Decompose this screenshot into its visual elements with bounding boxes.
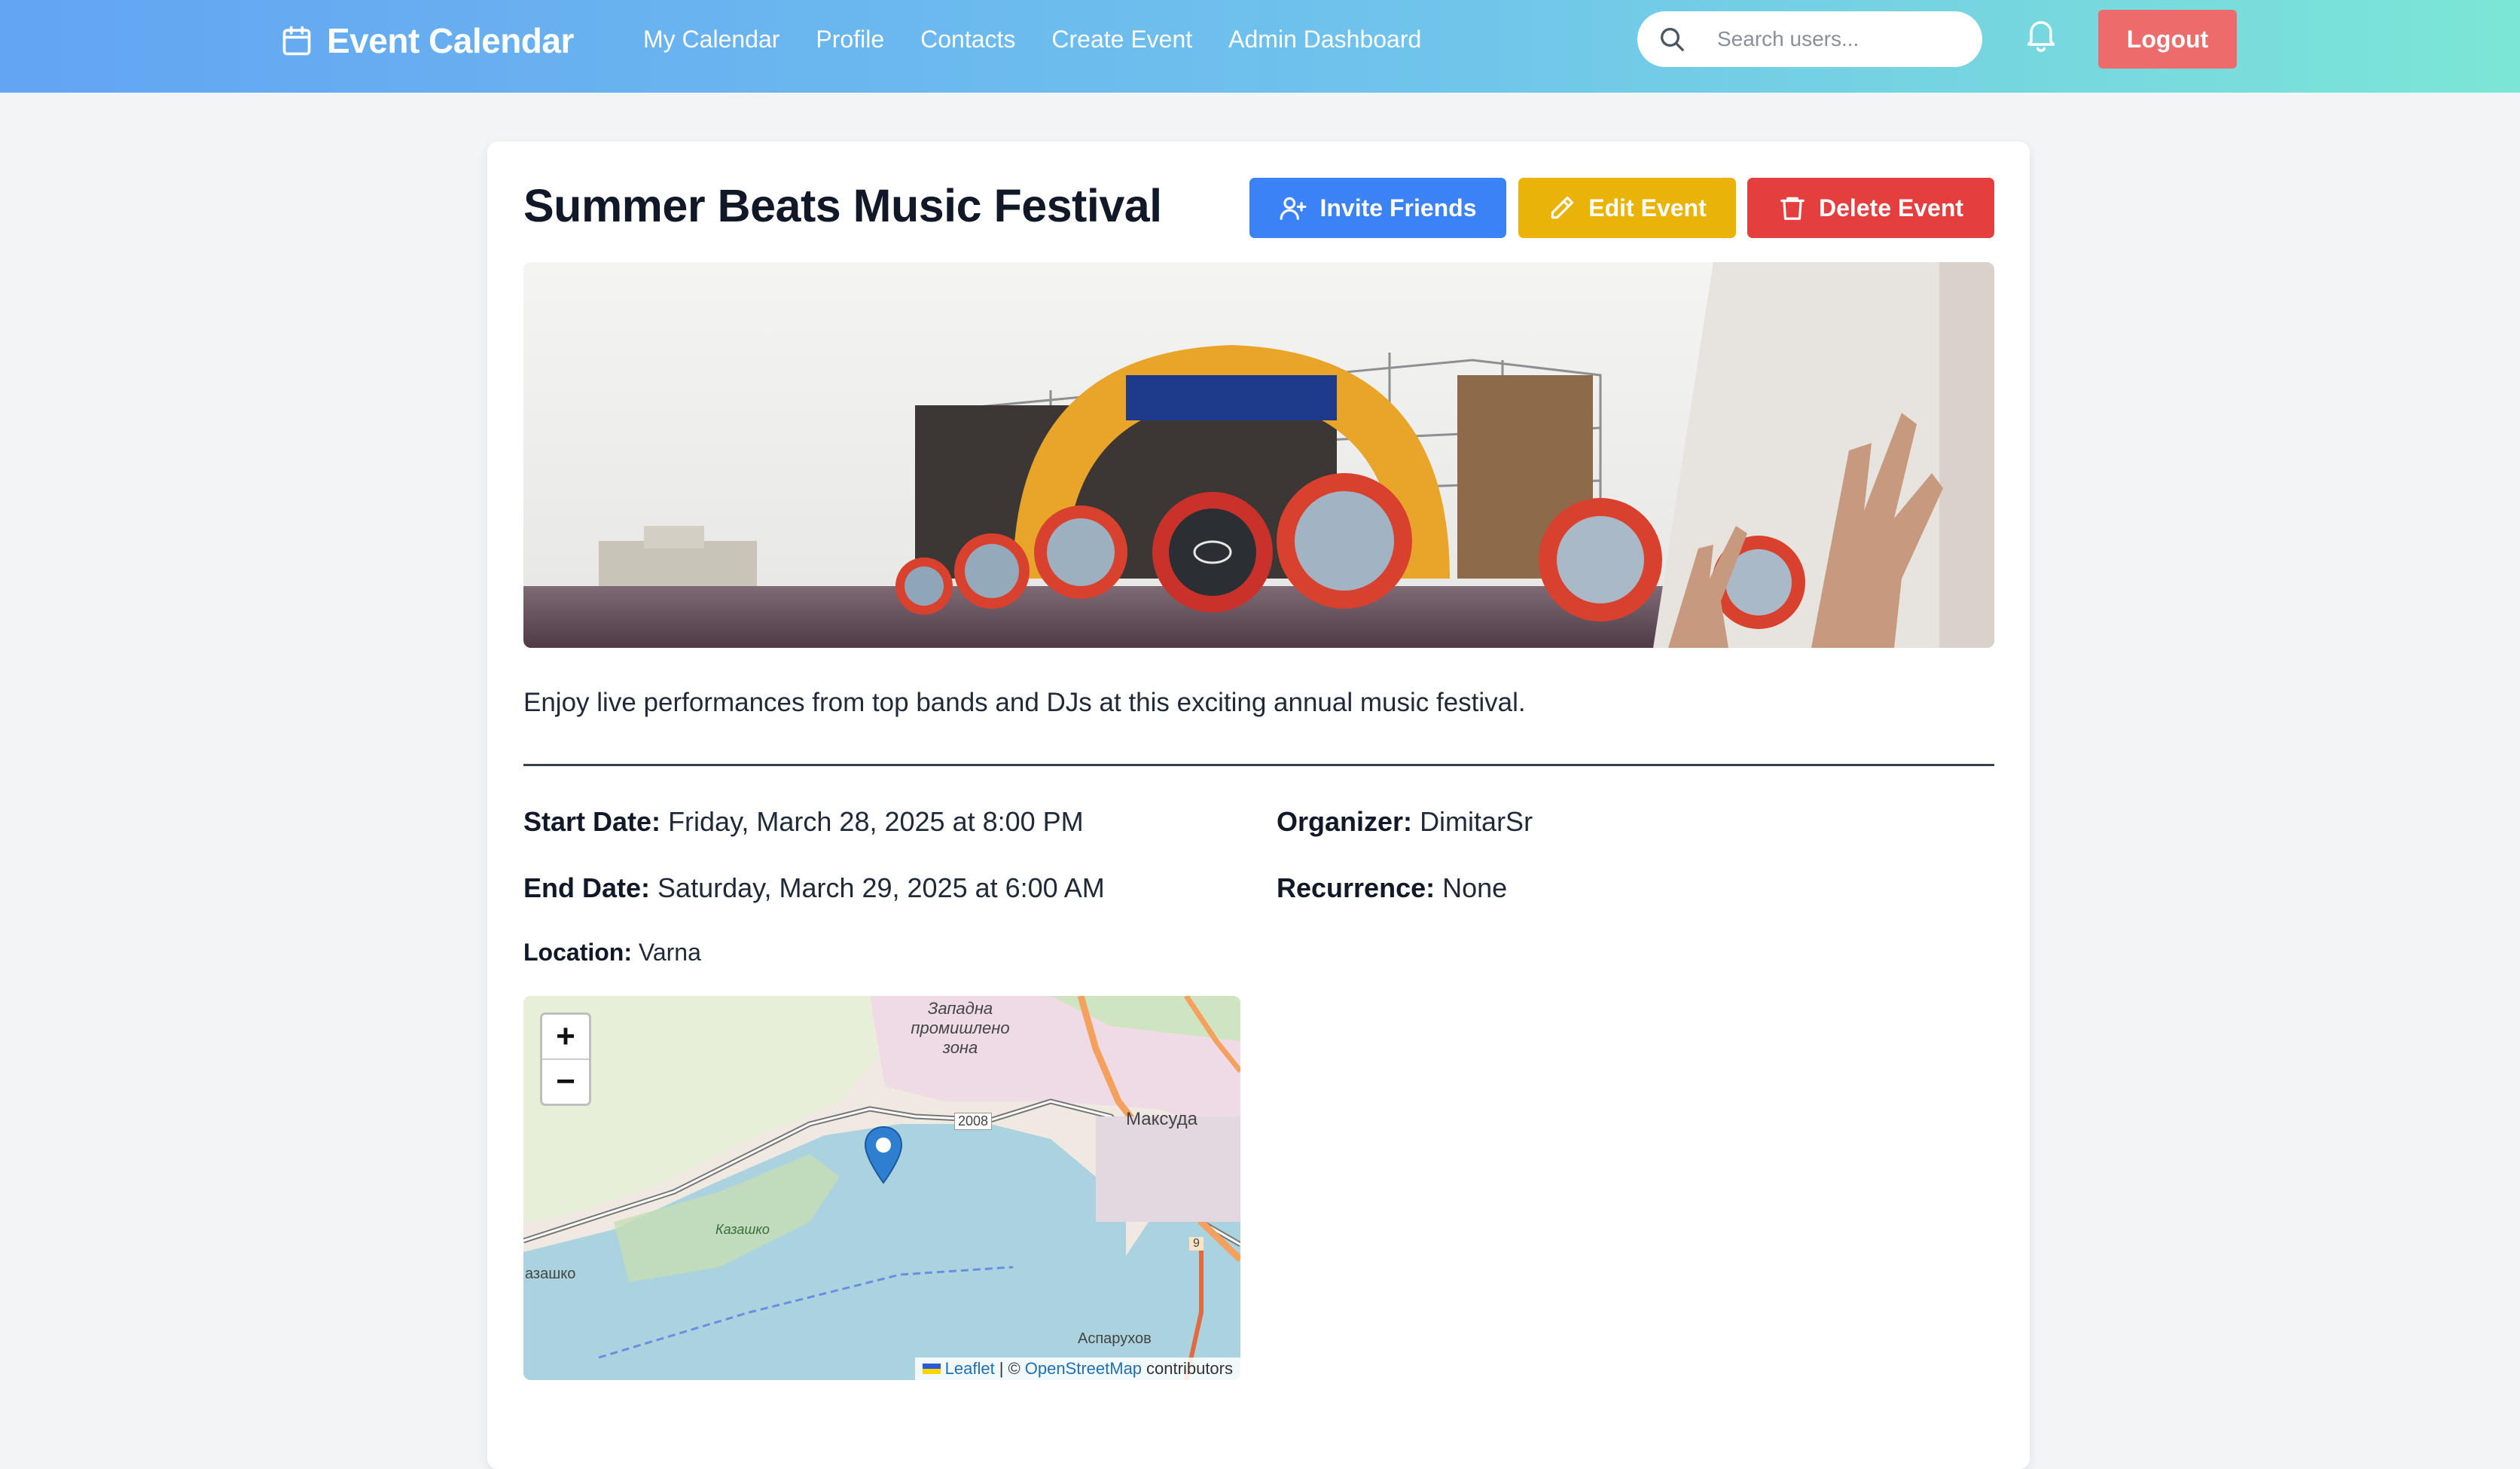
organizer-value: DimitarSr (1420, 806, 1533, 837)
osm-link[interactable]: OpenStreetMap (1025, 1359, 1142, 1379)
nav-admin-dashboard[interactable]: Admin Dashboard (1228, 23, 1421, 56)
bell-icon[interactable] (2021, 14, 2061, 56)
zoom-out-button[interactable]: − (542, 1058, 589, 1104)
nav-contacts[interactable]: Contacts (920, 23, 1015, 56)
location: Location: Varna (523, 939, 701, 967)
nav-profile[interactable]: Profile (816, 23, 884, 56)
top-navbar: Event Calendar My Calendar Profile Conta… (0, 0, 2520, 93)
search-icon (1661, 28, 1684, 51)
leaflet-link[interactable]: Leaflet (945, 1359, 995, 1379)
map-marker-icon[interactable] (864, 1125, 903, 1184)
end-date: End Date: Saturday, March 29, 2025 at 6:… (523, 872, 1105, 904)
map-tiles (523, 996, 1240, 1380)
pencil-icon (1551, 196, 1574, 219)
nav-links: My Calendar Profile Contacts Create Even… (643, 23, 1421, 56)
invite-friends-label: Invite Friends (1319, 194, 1477, 221)
event-card: Summer Beats Music Festival Invite Frien… (487, 142, 2030, 1469)
location-value: Varna (638, 939, 701, 966)
user-search (1637, 11, 1982, 67)
edit-event-label: Edit Event (1588, 194, 1707, 221)
location-map[interactable]: Западна промишлено зона Максуда 2008 Каз… (523, 996, 1240, 1380)
map-zoom-control: + − (540, 1012, 591, 1106)
edit-event-button[interactable]: Edit Event (1518, 178, 1736, 238)
organizer: Organizer: DimitarSr (1277, 806, 1533, 838)
recurrence-label: Recurrence: (1277, 872, 1435, 903)
delete-event-label: Delete Event (1818, 194, 1964, 221)
organizer-label: Organizer: (1277, 806, 1413, 837)
page-title: Summer Beats Music Festival (523, 180, 1162, 231)
calendar-icon (282, 26, 311, 56)
delete-event-button[interactable]: Delete Event (1747, 178, 1994, 238)
invite-friends-button[interactable]: Invite Friends (1249, 178, 1506, 238)
attribution-separator: | © (999, 1359, 1021, 1378)
nav-my-calendar[interactable]: My Calendar (643, 23, 779, 56)
map-label-kazashko: Казашко (715, 1222, 770, 1237)
start-date: Start Date: Friday, March 28, 2025 at 8:… (523, 806, 1084, 838)
trash-icon (1780, 197, 1805, 220)
map-label-district: Максуда (1126, 1109, 1197, 1129)
recurrence: Recurrence: None (1277, 872, 1507, 904)
start-date-label: Start Date: (523, 806, 661, 837)
user-plus-icon (1280, 197, 1307, 220)
brand-link[interactable]: Event Calendar (280, 20, 574, 62)
map-label-road: 2008 (954, 1113, 993, 1130)
end-date-value: Saturday, March 29, 2025 at 6:00 AM (657, 872, 1105, 903)
start-date-value: Friday, March 28, 2025 at 8:00 PM (668, 806, 1084, 837)
event-hero-image (523, 262, 1994, 648)
map-label-asparuhov: Аспарухов (1078, 1330, 1152, 1347)
ukraine-flag-icon (922, 1364, 941, 1374)
attribution-contributors: contributors (1146, 1359, 1233, 1378)
brand-title: Event Calendar (327, 21, 574, 60)
location-label: Location: (523, 939, 632, 966)
recurrence-value: None (1442, 872, 1508, 903)
map-attribution: Leaflet | © OpenStreetMap contributors (914, 1358, 1240, 1380)
divider (523, 764, 1994, 766)
nav-create-event[interactable]: Create Event (1051, 23, 1192, 56)
event-description: Enjoy live performances from top bands a… (523, 688, 1526, 717)
end-date-label: End Date: (523, 872, 651, 903)
map-label-route: 9 (1189, 1237, 1204, 1251)
map-label-left: азашко (525, 1266, 576, 1282)
logout-button[interactable]: Logout (2098, 10, 2237, 69)
zoom-in-button[interactable]: + (542, 1015, 589, 1058)
map-label-zone: Западна промишлено зона (911, 999, 1010, 1057)
search-input[interactable] (1716, 26, 1967, 52)
